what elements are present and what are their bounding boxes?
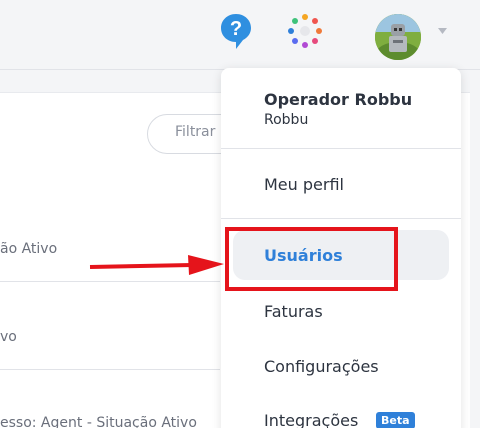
menu-divider (221, 218, 461, 219)
avatar[interactable] (375, 14, 421, 60)
list-item: vo (0, 329, 17, 345)
menu-item-faturas[interactable]: Faturas (264, 302, 323, 321)
top-bar: ? (0, 0, 480, 70)
user-name: Operador Robbu (264, 90, 413, 109)
menu-item-integracoes[interactable]: Integrações (264, 411, 358, 428)
user-company: Robbu (264, 112, 309, 128)
list-item: esso: Agent - Situação Ativo (0, 415, 197, 428)
chevron-down-icon[interactable] (438, 28, 447, 34)
filter-button-label: Filtrar (175, 124, 216, 140)
svg-text:?: ? (230, 18, 242, 40)
menu-item-meu-perfil[interactable]: Meu perfil (264, 175, 344, 194)
highlight-box (225, 227, 398, 291)
apps-icon[interactable] (286, 12, 324, 50)
row-divider (0, 369, 220, 370)
avatar-image (375, 14, 421, 60)
menu-item-configuracoes[interactable]: Configurações (264, 357, 379, 376)
beta-badge: Beta (376, 412, 415, 428)
row-divider (0, 281, 220, 282)
help-icon[interactable]: ? (219, 12, 253, 50)
arrow-annotation (89, 255, 224, 275)
list-item: ão Ativo (0, 241, 58, 257)
menu-divider (221, 148, 461, 149)
